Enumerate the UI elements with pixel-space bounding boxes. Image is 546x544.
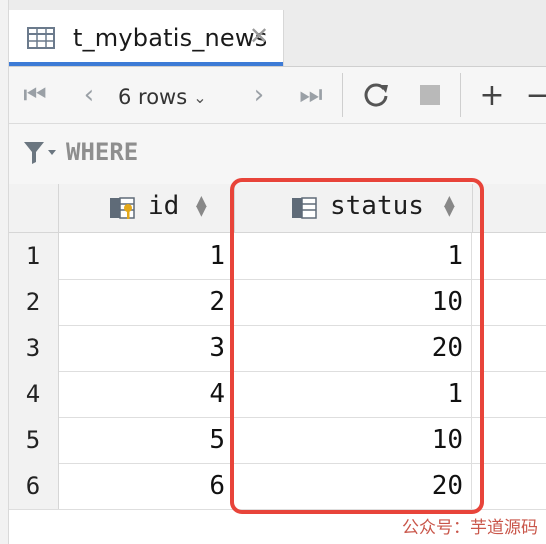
column-icon: [292, 197, 317, 219]
table-row[interactable]: 5 5 10: [8, 417, 546, 464]
tab-title: t_mybatis_news: [73, 24, 268, 52]
cell-status[interactable]: 10: [234, 279, 472, 325]
header-row: id ▲ ▼ status ▲ ▼: [8, 184, 546, 233]
row-number: 5: [8, 417, 59, 463]
last-page-icon[interactable]: ⏭: [296, 77, 326, 113]
cell-status[interactable]: 10: [234, 417, 472, 463]
row-number: 4: [8, 371, 59, 417]
tab-active-indicator: [9, 62, 283, 66]
table-row[interactable]: 6 6 20: [8, 463, 546, 510]
previous-page-icon[interactable]: ‹: [74, 77, 104, 113]
cell-status[interactable]: 20: [234, 325, 472, 371]
cell-status[interactable]: 1: [234, 371, 472, 417]
results-toolbar: ⏮ ‹ 6 rows ⌄ › ⏭ + −: [8, 67, 546, 124]
sort-icon[interactable]: ▲ ▼: [196, 194, 207, 218]
toolbar-divider: [460, 73, 461, 117]
add-row-icon[interactable]: +: [476, 77, 508, 113]
row-number: 6: [8, 463, 59, 509]
where-filter-input[interactable]: WHERE: [66, 138, 138, 166]
cell-id[interactable]: 3: [58, 325, 234, 371]
row-number: 1: [8, 233, 59, 279]
row-number: 2: [8, 279, 59, 325]
close-icon[interactable]: ✕: [249, 22, 269, 50]
tab-t-mybatis-news[interactable]: t_mybatis_news ✕: [8, 10, 284, 66]
column-header-status[interactable]: status ▲ ▼: [234, 184, 473, 232]
sort-icon[interactable]: ▲ ▼: [444, 194, 455, 218]
table-row[interactable]: 1 1 1: [8, 233, 546, 280]
cell-status[interactable]: 1: [234, 233, 472, 279]
cell-id[interactable]: 6: [58, 463, 234, 509]
chevron-down-icon: ⌄: [193, 87, 207, 107]
tab-bar: t_mybatis_news ✕: [0, 0, 546, 67]
filter-bar: WHERE: [8, 124, 546, 185]
cell-id[interactable]: 5: [58, 417, 234, 463]
cell-id[interactable]: 2: [58, 279, 234, 325]
next-page-icon[interactable]: ›: [244, 77, 274, 113]
column-label-status: status: [330, 191, 424, 221]
table-row[interactable]: 4 4 1: [8, 371, 546, 418]
toolbar-divider: [342, 73, 343, 117]
row-number: 3: [8, 325, 59, 371]
row-number-header: [8, 184, 59, 232]
remove-row-icon[interactable]: −: [525, 77, 546, 113]
cell-status[interactable]: 20: [234, 463, 472, 509]
primary-key-column-icon: [110, 197, 135, 219]
cell-id[interactable]: 4: [58, 371, 234, 417]
watermark: 公众号：芋道源码: [402, 518, 538, 538]
results-grid: id ▲ ▼ status ▲ ▼ 1 1 1 2 2 10 3 3 20 4 4 …: [8, 184, 546, 510]
stop-icon[interactable]: [414, 77, 446, 113]
column-label-id: id: [148, 191, 180, 221]
table-icon: [27, 27, 55, 49]
first-page-icon[interactable]: ⏮: [20, 77, 50, 113]
left-edge-strip: [0, 0, 9, 544]
cell-id[interactable]: 1: [58, 233, 234, 279]
refresh-icon[interactable]: [360, 77, 392, 113]
column-header-id[interactable]: id ▲ ▼: [58, 184, 235, 232]
table-row[interactable]: 3 3 20: [8, 325, 546, 372]
rows-count-dropdown[interactable]: 6 rows ⌄: [118, 79, 228, 115]
table-row[interactable]: 2 2 10: [8, 279, 546, 326]
filter-icon[interactable]: [22, 140, 58, 166]
rows-count-label: 6 rows: [118, 85, 188, 109]
